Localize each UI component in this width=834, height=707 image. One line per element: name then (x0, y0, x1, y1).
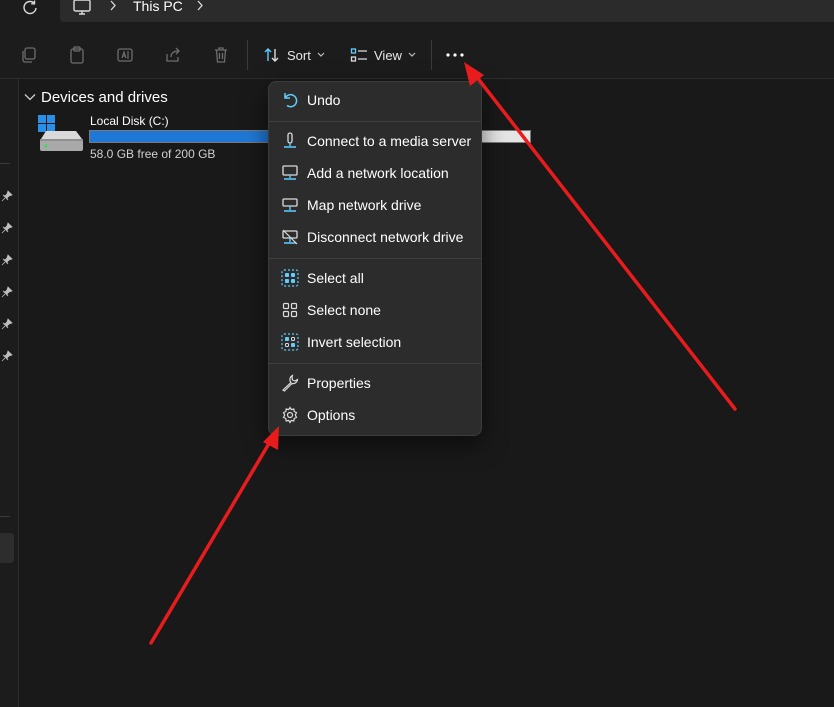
breadcrumb-this-pc[interactable]: This PC (133, 0, 183, 15)
menu-label: Connect to a media server (307, 133, 472, 149)
command-bar: Sort View (0, 30, 834, 79)
command-separator (247, 40, 248, 70)
refresh-button[interactable] (16, 0, 44, 22)
computer-icon (73, 0, 91, 15)
navigation-pane (0, 79, 19, 707)
pin-icon[interactable] (1, 222, 13, 234)
nav-divider (0, 163, 10, 164)
menu-separator (269, 258, 481, 259)
file-explorer-window: This PC Sort View Devices and drives Loc… (0, 0, 834, 707)
copy-button[interactable] (18, 44, 40, 66)
chevron-right-icon[interactable] (108, 0, 118, 14)
sort-label: Sort (287, 47, 311, 63)
undo-icon (284, 93, 298, 108)
pin-icon[interactable] (1, 318, 13, 330)
chevron-down-icon (408, 52, 416, 57)
chevron-down-icon (317, 52, 325, 57)
menu-label: Properties (307, 375, 371, 391)
arrow-to-options-item (149, 426, 279, 645)
chevron-right-icon[interactable] (195, 0, 205, 14)
ellipsis-icon (446, 53, 464, 57)
wrench-icon (282, 374, 299, 392)
nav-divider (0, 516, 10, 517)
rename-button[interactable] (114, 44, 136, 66)
view-icon (350, 48, 367, 62)
media-server-icon (284, 132, 296, 148)
menu-item-map-network-drive[interactable]: Map network drive (273, 190, 477, 220)
menu-item-connect-media-server[interactable]: Connect to a media server (273, 126, 477, 156)
invert-selection-icon (281, 333, 299, 351)
refresh-icon (23, 0, 37, 15)
see-more-menu: Undo Connect to a media server Add a net… (268, 81, 482, 436)
menu-item-options[interactable]: Options (273, 400, 477, 430)
devices-group-header[interactable]: Devices and drives (24, 87, 168, 107)
nav-item-selected[interactable] (0, 533, 14, 563)
menu-item-select-all[interactable]: Select all (273, 263, 477, 293)
command-separator (431, 40, 432, 70)
menu-label: Select all (307, 270, 364, 286)
view-label: View (374, 47, 402, 63)
see-more-button[interactable] (440, 43, 470, 67)
menu-separator (269, 121, 481, 122)
select-all-icon (281, 269, 299, 287)
drive-name: Local Disk (C:) (90, 114, 169, 128)
menu-label: Options (307, 407, 356, 423)
address-bar[interactable]: This PC (60, 0, 834, 22)
menu-item-disconnect-network-drive[interactable]: Disconnect network drive (273, 222, 477, 252)
pin-icon[interactable] (1, 286, 13, 298)
pin-icon[interactable] (1, 350, 13, 362)
menu-label: Map network drive (307, 197, 422, 213)
chevron-down-icon (24, 94, 36, 101)
menu-label: Disconnect network drive (307, 229, 464, 245)
menu-item-properties[interactable]: Properties (273, 368, 477, 398)
paste-icon (70, 46, 84, 64)
menu-item-invert-selection[interactable]: Invert selection (273, 327, 477, 357)
pin-icon[interactable] (1, 254, 13, 266)
address-toolbar: This PC (0, 0, 834, 30)
gear-icon (282, 406, 298, 424)
delete-icon (215, 47, 227, 63)
share-button[interactable] (162, 44, 184, 66)
select-none-icon (282, 302, 298, 318)
sort-button[interactable]: Sort (263, 43, 325, 67)
rename-icon (117, 48, 133, 62)
menu-label: Invert selection (307, 334, 402, 350)
network-location-icon (282, 165, 298, 180)
menu-separator (269, 363, 481, 364)
hard-drive-icon (38, 115, 83, 151)
delete-button[interactable] (210, 44, 232, 66)
menu-item-select-none[interactable]: Select none (273, 295, 477, 325)
menu-label: Undo (307, 92, 341, 108)
copy-icon (22, 47, 36, 63)
menu-label: Add a network location (307, 165, 449, 181)
view-button[interactable]: View (350, 43, 416, 67)
drive-free-space: 58.0 GB free of 200 GB (90, 147, 216, 161)
pin-icon[interactable] (1, 190, 13, 202)
sort-icon (264, 48, 279, 62)
menu-label: Select none (307, 302, 381, 318)
disconnect-drive-icon (282, 229, 298, 245)
group-title: Devices and drives (41, 88, 168, 106)
menu-item-add-network-location[interactable]: Add a network location (273, 158, 477, 188)
menu-item-undo[interactable]: Undo (273, 85, 477, 115)
share-icon (166, 47, 180, 62)
network-drive-icon (282, 198, 298, 212)
paste-button[interactable] (66, 44, 88, 66)
